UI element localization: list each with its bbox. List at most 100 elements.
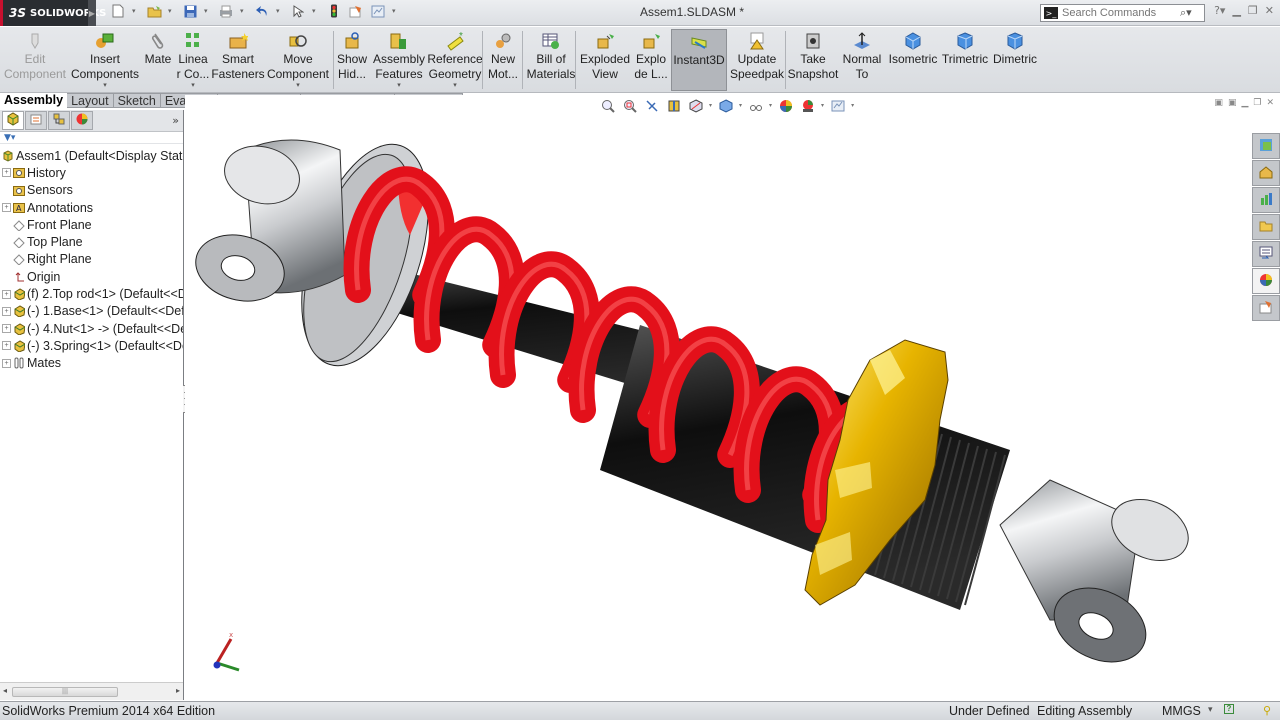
- tree-item-1-base-1-default-defa[interactable]: + (-) 1.Base<1> (Default<<Defa: [0, 303, 183, 320]
- filter-icon[interactable]: ▼▾: [0, 132, 183, 144]
- tree-item-f-2-top-rod-1-default-d[interactable]: + (f) 2.Top rod<1> (Default<<D: [0, 285, 183, 302]
- task-pane-appearances[interactable]: [1252, 241, 1280, 267]
- task-pane-custom-properties[interactable]: [1252, 295, 1280, 321]
- expand-toggle-icon[interactable]: +: [2, 324, 11, 334]
- viewport-tile-icon[interactable]: ▣: [1214, 98, 1223, 108]
- undo-dropdown[interactable]: ▾: [276, 7, 284, 15]
- shock-absorber-model[interactable]: [185, 95, 1280, 701]
- task-pane-solidworks-resources[interactable]: [1252, 133, 1280, 159]
- viewport-minimize-icon[interactable]: ▁: [1241, 98, 1248, 108]
- dropdown-arrow-icon[interactable]: ▾: [397, 82, 401, 90]
- show-hidden-button[interactable]: Show Hid...: [336, 29, 368, 91]
- take-snapshot-button[interactable]: Take Snapshot: [787, 29, 839, 91]
- open-folder-icon[interactable]: [146, 3, 162, 19]
- viewport-close-icon[interactable]: ✕: [1266, 98, 1274, 108]
- panel-scrollbar[interactable]: ◂ ||| ▸: [0, 682, 183, 700]
- panel-tab-displaymanager[interactable]: [71, 111, 93, 130]
- apply-scene-icon[interactable]: [799, 97, 816, 114]
- dropdown-arrow-icon[interactable]: ▾: [453, 82, 457, 90]
- task-pane-design-library[interactable]: [1252, 160, 1280, 186]
- rebuild-traffic-light-icon[interactable]: [326, 3, 342, 19]
- previous-view-icon[interactable]: [643, 97, 660, 114]
- horizontal-scroll-thumb[interactable]: |||: [12, 687, 118, 697]
- unit-system[interactable]: MMGS: [1162, 704, 1201, 718]
- viewport-restore-icon[interactable]: ❐: [1253, 98, 1261, 108]
- view-settings-icon[interactable]: [829, 97, 846, 114]
- hide-show-items-dropdown[interactable]: ▾: [769, 102, 772, 109]
- task-pane-appearances-scenes[interactable]: [1252, 268, 1280, 294]
- tree-item-mates[interactable]: + Mates: [0, 355, 183, 372]
- new-dropdown[interactable]: ▾: [132, 7, 140, 15]
- dropdown-arrow-icon[interactable]: ▾: [296, 82, 300, 90]
- dropdown-arrow-icon[interactable]: ▾: [103, 82, 107, 90]
- save-dropdown[interactable]: ▾: [204, 7, 212, 15]
- graphics-viewport[interactable]: ▾ ▾ ▾ ▾ ▾ ▣ ▣ ▁ ❐ ✕ x: [185, 95, 1280, 701]
- search-icon[interactable]: ⌕▾: [1180, 6, 1192, 20]
- display-style-cube-icon[interactable]: [717, 97, 734, 114]
- trimetric-cube-button[interactable]: Trimetric: [941, 29, 989, 91]
- tab-sketch[interactable]: Sketch: [113, 93, 161, 108]
- options-icon[interactable]: [370, 3, 386, 19]
- solidworks-logo[interactable]: 3S SOLIDWORKS: [0, 0, 106, 26]
- file-properties-icon[interactable]: [348, 3, 364, 19]
- view-settings-dropdown[interactable]: ▾: [851, 102, 854, 109]
- update-speedpak-button[interactable]: Update Speedpak: [729, 29, 785, 91]
- options-dropdown[interactable]: ▾: [392, 7, 400, 15]
- reference-geometry-button[interactable]: * Reference Geometry ▾: [427, 29, 482, 91]
- apply-scene-dropdown[interactable]: ▾: [821, 102, 824, 109]
- edit-appearance-sphere-icon[interactable]: [777, 97, 794, 114]
- new-motion-study-button[interactable]: New Mot...: [486, 29, 520, 91]
- section-view-icon[interactable]: [665, 97, 682, 114]
- exploded-view-button[interactable]: Exploded View: [578, 29, 632, 91]
- panel-tab-propertymanager[interactable]: [25, 111, 47, 130]
- expand-toggle-icon[interactable]: +: [2, 168, 11, 178]
- move-component-button[interactable]: Move Component ▾: [266, 29, 330, 91]
- close-icon[interactable]: ✕: [1265, 4, 1274, 17]
- task-pane-file-explorer[interactable]: [1252, 187, 1280, 213]
- pin-icon[interactable]: ⚲: [1263, 704, 1271, 717]
- scroll-right-arrow[interactable]: ▸: [176, 686, 180, 695]
- hide-show-glasses-icon[interactable]: [747, 97, 764, 114]
- print-dropdown[interactable]: ▾: [240, 7, 248, 15]
- panel-tab-featuremanager[interactable]: [2, 111, 24, 130]
- display-style-dropdown[interactable]: ▾: [739, 102, 742, 109]
- mate-paperclip-button[interactable]: Mate: [142, 29, 174, 91]
- expand-toggle-icon[interactable]: +: [2, 203, 11, 213]
- unit-system-dropdown[interactable]: ▾: [1208, 704, 1213, 715]
- quick-tips-help-icon[interactable]: ?: [1224, 704, 1234, 714]
- instant3d-button[interactable]: Instant3D: [671, 29, 727, 91]
- search-commands-input[interactable]: [1062, 7, 1180, 19]
- tab-assembly[interactable]: Assembly: [0, 93, 68, 108]
- select-dropdown[interactable]: ▾: [312, 7, 320, 15]
- open-dropdown[interactable]: ▾: [168, 7, 176, 15]
- expand-toggle-icon[interactable]: +: [2, 306, 11, 316]
- view-orientation-icon[interactable]: [687, 97, 704, 114]
- tree-item-history[interactable]: + History: [0, 164, 183, 181]
- bill-of-materials-button[interactable]: Bill of Materials: [526, 29, 576, 91]
- expand-toggle-icon[interactable]: +: [2, 341, 11, 351]
- select-arrow-icon[interactable]: [290, 3, 306, 19]
- tab-layout[interactable]: Layout: [67, 93, 114, 108]
- horizontal-scroll-track[interactable]: |||: [10, 687, 173, 697]
- expand-toggle-icon[interactable]: +: [2, 289, 11, 299]
- bottom-mount[interactable]: [999, 479, 1198, 676]
- task-pane-view-palette[interactable]: [1252, 214, 1280, 240]
- smart-fasteners-button[interactable]: Smart Fasteners: [211, 29, 265, 91]
- tree-item-4-nut-1-default-de[interactable]: + (-) 4.Nut<1> -> (Default<<De: [0, 320, 183, 337]
- zoom-to-area-icon[interactable]: [621, 97, 638, 114]
- expand-panel-button[interactable]: »: [172, 114, 179, 127]
- save-icon[interactable]: [182, 3, 198, 19]
- linear-pattern-button[interactable]: Linea r Co... ▾: [176, 29, 210, 91]
- search-commands-box[interactable]: >_ ⌕▾: [1040, 4, 1205, 22]
- assembly-features-button[interactable]: Assembly Features ▾: [373, 29, 425, 91]
- tree-item-sensors[interactable]: Sensors: [0, 182, 183, 199]
- print-icon[interactable]: [218, 3, 234, 19]
- panel-tab-configurationmanager[interactable]: [48, 111, 70, 130]
- menu-flyout-arrow[interactable]: ▶: [88, 0, 96, 26]
- zoom-to-fit-icon[interactable]: [599, 97, 616, 114]
- tree-item-top-plane[interactable]: Top Plane: [0, 233, 183, 250]
- minimize-icon[interactable]: ▁: [1232, 4, 1240, 17]
- top-mount[interactable]: [188, 129, 453, 382]
- view-orientation-dropdown[interactable]: ▾: [709, 102, 712, 109]
- tree-item-annotations[interactable]: + A Annotations: [0, 199, 183, 216]
